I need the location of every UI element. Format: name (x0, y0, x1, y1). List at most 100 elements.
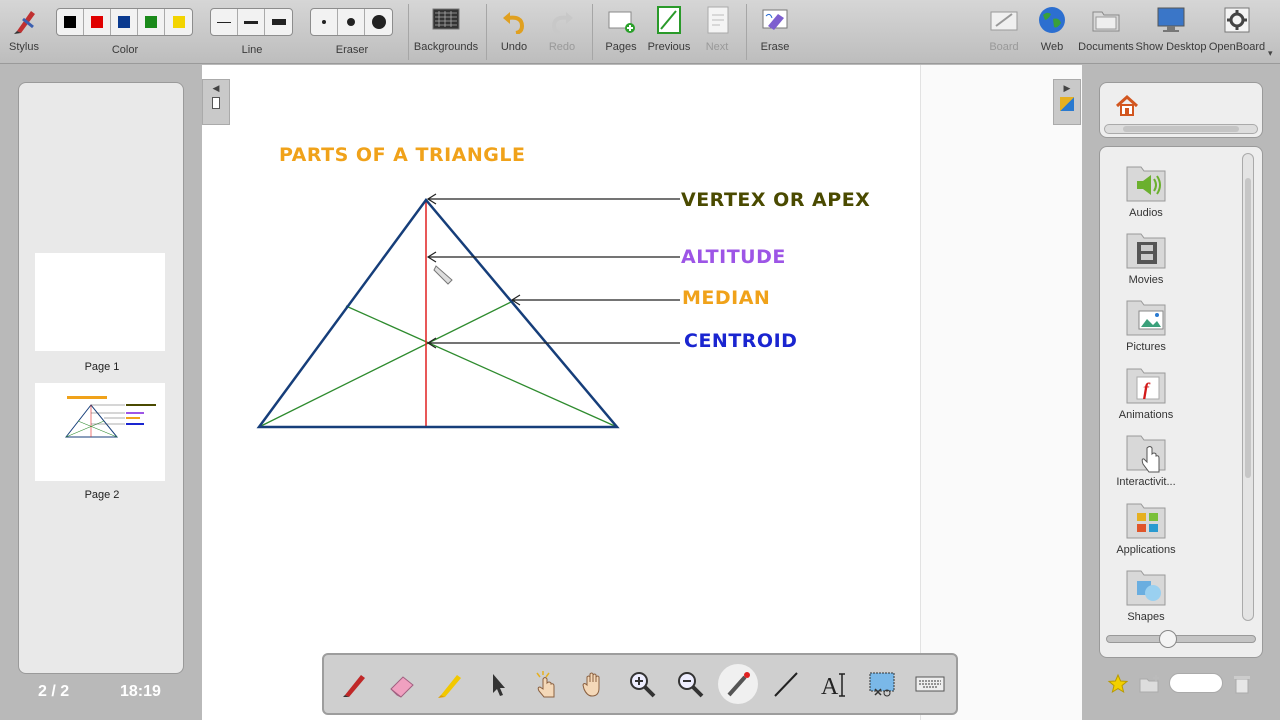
color-swatch-black[interactable] (57, 9, 84, 35)
select-icon (493, 674, 505, 696)
capture-tool-button[interactable] (862, 664, 902, 704)
library-item-pictures[interactable]: Pictures (1106, 293, 1186, 353)
eraser-size-group (310, 8, 393, 36)
eraser-large-button[interactable] (365, 9, 392, 35)
library-item-audios[interactable]: Audios (1106, 159, 1186, 219)
hand-tool-button[interactable] (574, 664, 614, 704)
library-scrollbar-thumb[interactable] (1245, 178, 1251, 478)
library-item-animations[interactable]: f Animations (1106, 361, 1186, 421)
eraser-small-button[interactable] (311, 9, 338, 35)
color-swatch-yellow[interactable] (165, 9, 192, 35)
library-search-input[interactable] (1169, 673, 1223, 693)
color-label: Color (111, 44, 139, 56)
laser-pointer-icon (727, 672, 750, 697)
library-item-applications[interactable]: Applications (1106, 496, 1186, 556)
capture-icon (869, 672, 895, 697)
stylus-button[interactable]: Stylus (4, 0, 44, 62)
favorite-star-icon[interactable] (1107, 673, 1129, 695)
page-2-preview (64, 396, 156, 438)
page-thumbnail-2[interactable] (35, 383, 165, 481)
page-label-1: Page 1 (84, 361, 120, 373)
previous-page-button[interactable]: Previous (644, 0, 694, 62)
documents-button[interactable]: Documents (1078, 0, 1134, 62)
line-thick-button[interactable] (265, 9, 292, 35)
color-palette (56, 8, 193, 36)
text-icon: A (821, 673, 845, 699)
applications-folder-icon (1126, 503, 1166, 539)
eraser-tool-button[interactable] (382, 664, 422, 704)
board-icon (990, 11, 1018, 31)
library-item-movies[interactable]: Movies (1106, 226, 1186, 286)
eraser-medium-button[interactable] (338, 9, 365, 35)
folder-icon (1092, 11, 1120, 32)
pages-button[interactable]: Pages (601, 0, 641, 62)
color-swatch-red[interactable] (84, 9, 111, 35)
openboard-menu-button[interactable]: OpenBoard (1208, 0, 1266, 62)
library-item-interactivities[interactable]: Interactivit... (1106, 428, 1186, 488)
next-page-button[interactable]: Next (697, 0, 737, 62)
svg-text:A: A (821, 674, 839, 699)
page-counter: 2 / 2 (38, 683, 70, 700)
redo-button[interactable]: Redo (542, 0, 582, 62)
web-button[interactable]: Web (1032, 0, 1072, 62)
slider-handle[interactable] (1159, 630, 1177, 648)
line-icon (774, 672, 798, 697)
triangle-drawing (256, 193, 680, 429)
interact-icon (536, 671, 555, 698)
zoom-out-button[interactable] (670, 664, 710, 704)
library-scrollbar[interactable] (1242, 153, 1254, 621)
library-item-shapes[interactable]: Shapes (1106, 563, 1186, 623)
show-desktop-button[interactable]: Show Desktop (1136, 0, 1206, 62)
library-icon (1060, 97, 1074, 111)
pictures-folder-icon (1126, 300, 1166, 336)
erase-board-button[interactable]: Erase (755, 0, 795, 62)
erase-board-icon (762, 9, 788, 30)
line-label: Line (241, 44, 263, 56)
home-icon[interactable] (1114, 93, 1140, 119)
pen-cursor-icon (433, 265, 453, 285)
pen-tool-button[interactable] (334, 664, 374, 704)
highlighter-icon (438, 675, 461, 698)
undo-button[interactable]: Undo (494, 0, 534, 62)
keyboard-tool-button[interactable] (910, 664, 950, 704)
line-thin-button[interactable] (211, 9, 238, 35)
breadcrumb-scrollbar[interactable] (1104, 124, 1258, 134)
monitor-icon (1157, 7, 1185, 32)
audios-folder-icon (1126, 166, 1166, 202)
previous-page-icon (657, 6, 681, 34)
backgrounds-button[interactable]: Backgrounds (414, 0, 478, 62)
eraser-icon (390, 676, 414, 698)
interact-tool-button[interactable] (526, 664, 566, 704)
board-canvas[interactable]: ◀ PARTS OF A TRIANGLE VERTEX OR APEX ALT… (202, 65, 920, 720)
color-swatch-blue[interactable] (111, 9, 138, 35)
trash-icon[interactable] (1232, 673, 1252, 695)
label-median: MEDIAN (682, 287, 771, 309)
interactivities-folder-icon (1126, 435, 1166, 473)
median-line-1 (258, 299, 516, 428)
line-medium-button[interactable] (238, 9, 265, 35)
board-button[interactable]: Board (984, 0, 1024, 62)
gear-icon (1224, 7, 1250, 33)
median-line-2 (345, 305, 618, 428)
thumbnail-size-slider[interactable] (1106, 630, 1256, 648)
redo-icon (551, 12, 573, 34)
movies-folder-icon (1126, 233, 1166, 269)
select-tool-button[interactable] (478, 664, 518, 704)
text-tool-button[interactable]: A (814, 664, 854, 704)
eraser-label: Eraser (335, 44, 369, 56)
triangle-outline (256, 197, 620, 429)
zoom-in-button[interactable] (622, 664, 662, 704)
menu-arrow-icon[interactable]: ▾ (1268, 48, 1273, 59)
laser-pointer-button[interactable] (718, 664, 758, 704)
keyboard-icon (915, 676, 945, 692)
new-folder-icon[interactable] (1138, 673, 1162, 695)
top-toolbar: Stylus Color Line Eraser Backgrounds Und… (0, 0, 1280, 64)
highlighter-tool-button[interactable] (430, 664, 470, 704)
line-tool-button[interactable] (766, 664, 806, 704)
undo-icon (503, 12, 525, 34)
page-label-2: Page 2 (84, 489, 120, 501)
line-width-group (210, 8, 293, 36)
color-swatch-green[interactable] (138, 9, 165, 35)
page-thumbnail-1[interactable] (35, 253, 165, 351)
right-panel-toggle[interactable]: ▶ (1053, 79, 1081, 125)
